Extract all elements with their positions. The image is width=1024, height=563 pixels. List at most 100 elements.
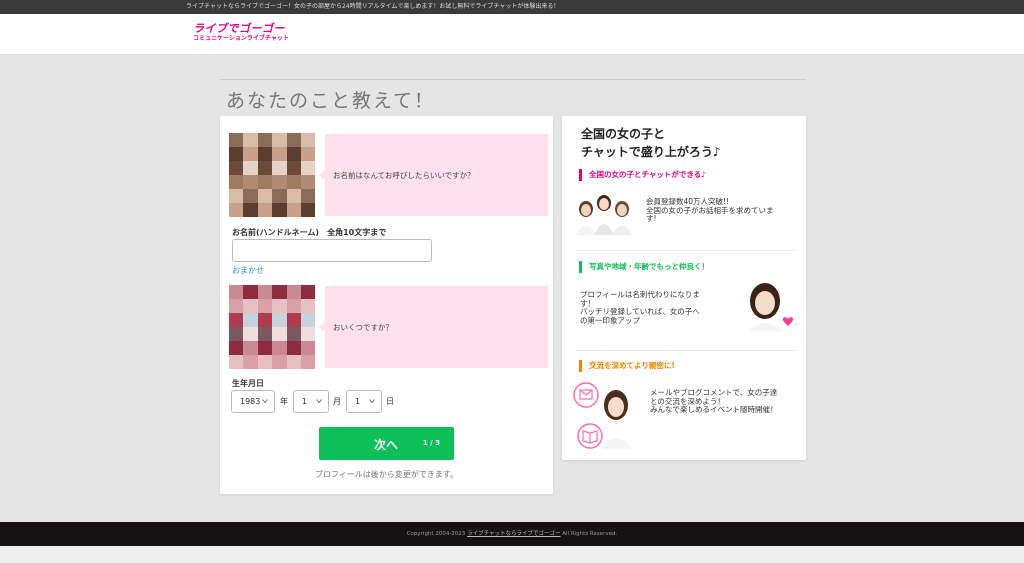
mosaic-pixel — [272, 341, 287, 355]
mosaic-pixel — [301, 175, 315, 189]
section-heading-1: 全国の女の子とチャットができる♪ — [579, 169, 706, 181]
mosaic-pixel — [272, 133, 287, 147]
group-photo — [572, 189, 634, 235]
mosaic-pixel — [301, 285, 315, 299]
copyright-suffix: All Rights Reserved. — [562, 531, 618, 537]
next-button[interactable]: 次へ 1 / 3 — [319, 427, 454, 460]
mosaic-pixel — [257, 175, 273, 189]
mosaic-pixel — [286, 299, 301, 313]
mosaic-pixel — [301, 189, 315, 203]
avatar-mosaic-2 — [229, 285, 315, 369]
section-text-3: メールやブログコメントで、女の子達 との交流を深めよう！ みんなで楽しめるイベン… — [650, 388, 778, 415]
header: ライブでゴーゴー コミュニケーションライブチャット — [0, 14, 1024, 55]
logo[interactable]: ライブでゴーゴー コミュニケーションライブチャット — [193, 23, 289, 43]
mosaic-pixel — [257, 133, 273, 147]
omakase-link[interactable]: おまかせ — [232, 265, 264, 276]
mosaic-pixel — [243, 133, 258, 147]
registration-form-card: お名前はなんてお呼びしたらいいですか？ お名前(ハンドルネーム) 全角10文字ま… — [220, 116, 553, 494]
mosaic-pixel — [257, 355, 273, 369]
mosaic-pixel — [257, 341, 273, 355]
mosaic-pixel — [272, 147, 287, 161]
mosaic-pixel — [286, 341, 301, 355]
day-select[interactable]: 1 — [346, 390, 382, 413]
mosaic-pixel — [243, 161, 258, 175]
mosaic-pixel — [272, 175, 287, 189]
mosaic-pixel — [301, 341, 315, 355]
section-heading-2: 写真や地域・年齢でもっと仲良く！ — [579, 261, 709, 273]
next-button-label: 次へ — [374, 438, 399, 452]
step-counter: 1 / 3 — [422, 439, 440, 447]
mosaic-pixel — [301, 161, 315, 175]
bottom-strip — [0, 546, 1024, 563]
mosaic-pixel — [272, 313, 287, 327]
month-select[interactable]: 1 — [293, 390, 329, 413]
info-title: 全国の女の子と チャットで盛り上がろう♪ — [581, 125, 721, 161]
mosaic-pixel — [301, 355, 315, 369]
info-title-line1: 全国の女の子と — [581, 127, 666, 141]
name-label: お名前(ハンドルネーム) 全角10文字まで — [232, 228, 387, 237]
mosaic-pixel — [286, 355, 301, 369]
section-heading-3: 交流を深めてより親密に! — [579, 360, 675, 372]
mosaic-pixel — [229, 313, 244, 327]
chevron-down-icon — [316, 399, 322, 404]
mosaic-pixel — [229, 355, 244, 369]
mosaic-pixel — [229, 203, 244, 217]
mosaic-pixel — [272, 299, 287, 313]
section-text-2: プロフィールは名刺代わりになりま す！ バッチリ登録していれば、女の子へ の第一… — [580, 290, 700, 325]
mosaic-pixel — [286, 327, 301, 341]
mosaic-pixel — [257, 189, 273, 203]
question-bubble-age: おいくつですか？ — [319, 286, 548, 368]
mosaic-pixel — [286, 175, 301, 189]
mosaic-pixel — [301, 133, 315, 147]
year-value: 1983 — [240, 397, 261, 406]
day-unit: 日 — [386, 397, 394, 406]
mosaic-pixel — [229, 147, 244, 161]
mosaic-pixel — [243, 203, 258, 217]
year-select[interactable]: 1983 — [231, 390, 275, 413]
mosaic-pixel — [243, 313, 258, 327]
month-unit: 月 — [333, 397, 341, 406]
section-divider — [576, 250, 796, 251]
question-bubble-name: お名前はなんてお呼びしたらいいですか？ — [319, 134, 548, 216]
mosaic-pixel — [243, 355, 258, 369]
top-tagline: ライブチャットならライブでゴーゴー！女の子の部屋から24時間リアルタイムで楽しめ… — [0, 0, 1024, 14]
section-1-line-3: す! — [646, 214, 657, 223]
mosaic-pixel — [272, 355, 287, 369]
mosaic-pixel — [286, 203, 301, 217]
mosaic-pixel — [301, 203, 315, 217]
question-name-text: お名前はなんてお呼びしたらいいですか？ — [333, 170, 475, 180]
mosaic-pixel — [301, 327, 315, 341]
mosaic-pixel — [229, 341, 244, 355]
mosaic-pixel — [272, 189, 287, 203]
chevron-down-icon — [369, 399, 375, 404]
section-1-line-2: 全国の女の子がお話相手を求めていま — [646, 205, 774, 215]
avatar-mosaic-1 — [229, 133, 315, 217]
month-value: 1 — [302, 397, 308, 406]
logo-sub: コミュニケーションライブチャット — [193, 35, 289, 42]
mosaic-pixel — [257, 299, 273, 313]
section-text-1: 会員登録数40万人突破!! 全国の女の子がお話相手を求めていま す! — [646, 197, 774, 224]
birthdate-label: 生年月日 — [232, 379, 264, 388]
info-card: 全国の女の子と チャットで盛り上がろう♪ 全国の女の子とチャットができる♪ 会員… — [562, 116, 806, 460]
mosaic-pixel — [286, 285, 301, 299]
mosaic-pixel — [243, 341, 258, 355]
footer-site-link[interactable]: ライブチャットならライブでゴーゴー — [467, 531, 560, 537]
mosaic-pixel — [229, 189, 244, 203]
mosaic-pixel — [257, 285, 273, 299]
mosaic-pixel — [286, 161, 301, 175]
mosaic-pixel — [301, 299, 315, 313]
name-input[interactable] — [232, 239, 432, 262]
mosaic-pixel — [229, 327, 244, 341]
section-3-line-3: みんなで楽しめるイベント随時開催！ — [650, 405, 778, 414]
mosaic-pixel — [257, 161, 273, 175]
mosaic-pixel — [257, 327, 273, 341]
mosaic-pixel — [243, 327, 258, 341]
section-2-line-4: の第一印象アップ — [580, 315, 640, 325]
mosaic-pixel — [257, 203, 273, 217]
mosaic-pixel — [272, 203, 287, 217]
mosaic-pixel — [301, 147, 315, 161]
chevron-down-icon — [262, 399, 268, 404]
divider — [220, 79, 806, 80]
mosaic-pixel — [286, 147, 301, 161]
mosaic-pixel — [243, 299, 258, 313]
